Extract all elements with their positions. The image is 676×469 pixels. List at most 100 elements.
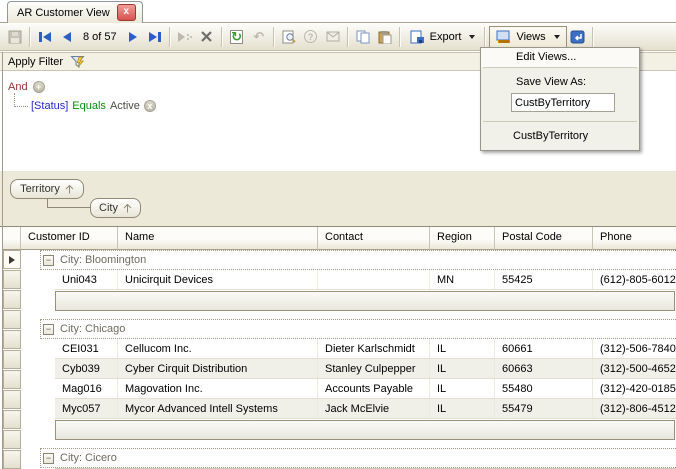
last-record-icon [148, 31, 162, 43]
row-indicator-cell[interactable] [3, 410, 21, 429]
filter-root-operator[interactable]: And [8, 81, 28, 93]
row-indicator-cell[interactable] [3, 430, 21, 449]
column-header-name[interactable]: Name [118, 227, 318, 250]
group-footer-row [55, 291, 675, 311]
grid-cell[interactable]: CEI031 [55, 339, 118, 358]
menu-item-custbyterritory[interactable]: CustByTerritory [481, 122, 639, 150]
row-indicator-cell[interactable] [3, 370, 21, 389]
table-row[interactable]: CEI031Cellucom Inc.Dieter KarlschmidtIL6… [55, 339, 676, 359]
grid-cell[interactable]: Unicirquit Devices [118, 270, 318, 289]
menu-item-edit-views[interactable]: Edit Views... [481, 48, 639, 67]
group-row[interactable]: −City: Cicero [40, 448, 676, 468]
grid-cell[interactable]: (312)-500-4652 [593, 359, 676, 378]
table-row[interactable]: Uni043Unicirquit Devices MN55425(612)-805… [55, 270, 676, 290]
views-dropdown-arrow-icon[interactable] [554, 35, 560, 39]
column-header-region[interactable]: Region [430, 227, 495, 250]
row-indicator-cell[interactable] [3, 290, 21, 309]
grid-cell[interactable]: (312)-506-7840 [593, 339, 676, 358]
filter-condition-value[interactable]: Active [110, 100, 140, 112]
filter-condition[interactable]: [Status] Equals Active x [31, 100, 156, 112]
delete-record-button[interactable] [196, 26, 218, 48]
grid-cell[interactable]: IL [430, 359, 495, 378]
paste-button[interactable] [374, 26, 396, 48]
row-indicator-cell[interactable] [3, 350, 21, 369]
grid-cell[interactable]: Jack McElvie [318, 399, 430, 418]
grid-cell[interactable]: 55425 [495, 270, 593, 289]
table-row[interactable]: Myc057Mycor Advanced Intell SystemsJack … [55, 399, 676, 419]
grid-cell[interactable]: Cyber Cirquit Distribution [118, 359, 318, 378]
filter-icon[interactable] [70, 55, 86, 69]
grid-cell[interactable]: (312)-420-0185 [593, 379, 676, 398]
row-indicator-cell[interactable] [3, 250, 21, 269]
row-indicator-cell[interactable] [3, 450, 21, 469]
grid-cell[interactable]: Cyb039 [55, 359, 118, 378]
group-footer-row [55, 420, 675, 440]
filter-condition-field[interactable]: [Status] [31, 100, 68, 112]
grid-cell[interactable]: Myc057 [55, 399, 118, 418]
group-row[interactable]: −City: Bloomington [40, 250, 676, 270]
group-field-territory[interactable]: Territory [10, 179, 84, 199]
save-button[interactable] [4, 26, 26, 48]
grid-cell[interactable]: Uni043 [55, 270, 118, 289]
grid-cell[interactable]: Mycor Advanced Intell Systems [118, 399, 318, 418]
row-indicator-cell[interactable] [3, 270, 21, 289]
collapse-group-icon[interactable]: − [43, 324, 54, 335]
group-row-label: City: Chicago [60, 323, 125, 335]
help-icon: ? [304, 30, 317, 43]
toolbar-separator [29, 27, 31, 47]
column-header-customer-id[interactable]: Customer ID [21, 227, 118, 250]
export-dropdown-arrow-icon[interactable] [469, 35, 475, 39]
tab-ar-customer-view[interactable]: AR Customer View x [7, 1, 143, 23]
next-record-button[interactable] [122, 26, 144, 48]
grid-cell[interactable]: IL [430, 339, 495, 358]
grid-cell[interactable]: Dieter Karlschmidt [318, 339, 430, 358]
copy-button[interactable] [352, 26, 374, 48]
column-header-postal-code[interactable]: Postal Code [495, 227, 593, 250]
close-tab-icon[interactable]: x [117, 4, 136, 21]
grid-cell[interactable] [318, 270, 430, 289]
filter-root-group[interactable]: And + [8, 81, 45, 93]
row-indicator-cell[interactable] [3, 390, 21, 409]
view-name-input[interactable] [511, 93, 615, 112]
grid-cell[interactable]: 55480 [495, 379, 593, 398]
new-record-icon [177, 31, 193, 43]
column-header-contact[interactable]: Contact [318, 227, 430, 250]
copy-icon [356, 30, 370, 44]
grid-cell[interactable]: (612)-805-6012 [593, 270, 676, 289]
filter-condition-operator[interactable]: Equals [72, 100, 106, 112]
grid-cell[interactable]: 60663 [495, 359, 593, 378]
grid-cell[interactable]: Mag016 [55, 379, 118, 398]
grid-cell[interactable]: 60661 [495, 339, 593, 358]
add-condition-icon[interactable]: + [33, 81, 45, 93]
grid-cell[interactable]: Stanley Culpepper [318, 359, 430, 378]
group-row[interactable]: −City: Chicago [40, 319, 676, 339]
grid-cell[interactable]: 55479 [495, 399, 593, 418]
row-indicator-cell[interactable] [3, 330, 21, 349]
grid-cell[interactable]: IL [430, 379, 495, 398]
print-preview-button[interactable] [278, 26, 300, 48]
collapse-group-icon[interactable]: − [43, 453, 54, 464]
collapse-group-icon[interactable]: − [43, 255, 54, 266]
refresh-button[interactable]: ↻ [226, 26, 248, 48]
first-record-button[interactable] [34, 26, 56, 48]
table-row[interactable]: Cyb039Cyber Cirquit DistributionStanley … [55, 359, 676, 379]
tab-title: AR Customer View [17, 7, 110, 19]
group-connector-line [47, 207, 90, 208]
grid-cell[interactable]: (312)-806-4512 [593, 399, 676, 418]
grid-cell[interactable]: Accounts Payable [318, 379, 430, 398]
views-icon [496, 30, 511, 44]
reset-view-button[interactable] [567, 26, 589, 48]
grid-cell[interactable]: MN [430, 270, 495, 289]
column-header-phone[interactable]: Phone [593, 227, 676, 250]
row-indicator-cell[interactable] [3, 310, 21, 329]
previous-record-button[interactable] [56, 26, 78, 48]
table-row[interactable]: Mag016Magovation Inc.Accounts PayableIL5… [55, 379, 676, 399]
group-field-city[interactable]: City [90, 198, 141, 218]
grid-cell[interactable]: IL [430, 399, 495, 418]
views-button[interactable]: Views [489, 26, 566, 48]
grid-cell[interactable]: Magovation Inc. [118, 379, 318, 398]
grid-cell[interactable]: Cellucom Inc. [118, 339, 318, 358]
remove-condition-icon[interactable]: x [144, 100, 156, 112]
last-record-button[interactable] [144, 26, 166, 48]
export-button[interactable]: Export [404, 26, 482, 48]
